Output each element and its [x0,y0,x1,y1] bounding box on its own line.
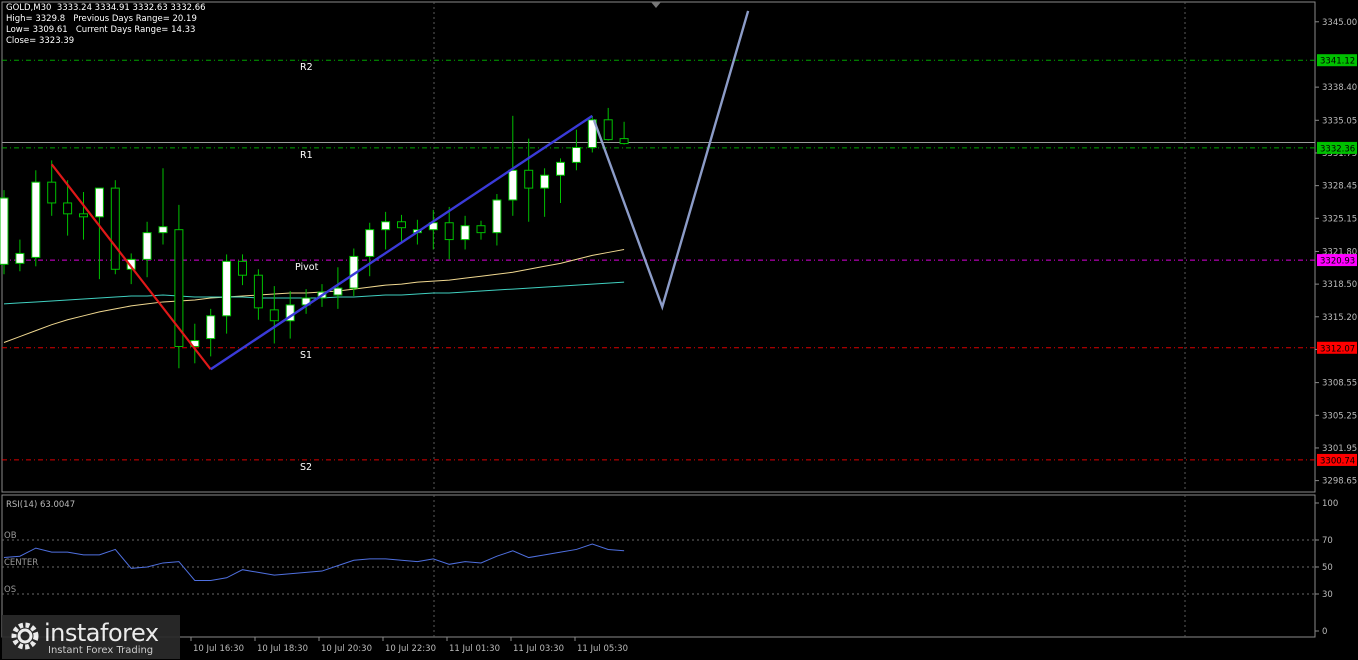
price-tick-label: 3308.55 [1322,379,1357,389]
trendline-down [50,163,212,370]
candle-body-bear [476,225,486,234]
level-label-s1: S1 [300,350,312,361]
price-tick-label: 3318.50 [1322,280,1357,290]
candle-body-bull [206,315,216,340]
candle-body-bear [269,309,279,322]
candle-body-bull [142,232,152,260]
time-tick-label: 11 Jul 03:30 [513,644,564,654]
chart-canvas: 3345.003338.403335.053331.753328.453325.… [0,1,1357,654]
candle-body-bull [556,161,565,176]
candle-body-bull [381,221,391,231]
level-label-pivot: Pivot [295,262,319,273]
time-tick-label: 10 Jul 18:30 [257,644,308,654]
price-tick-label: 3298.65 [1322,477,1357,487]
candle-body-bear [603,119,613,141]
candle-body-bear [397,221,406,229]
ohlc-values: 3333.24 3334.91 3332.63 3332.66 [56,3,206,13]
candle-body-bull [460,225,470,241]
brand-tagline: Instant Forex Trading [48,645,154,656]
main-panel-frame [1,1,1316,493]
price-tick-label: 3335.05 [1322,116,1357,126]
price-tick-label: 3315.20 [1322,313,1357,323]
candle-body-bull [222,260,232,317]
price-tick-label: 3301.95 [1322,444,1357,454]
rsi-line [3,543,625,581]
time-tick-label: 10 Jul 22:30 [385,644,436,654]
price-tick-label: 3325.15 [1322,214,1357,224]
forecast-path [592,10,750,311]
time-tick-label: 11 Jul 05:30 [577,644,628,654]
brand-logo: instaforex Instant Forex Trading [2,615,180,659]
rsi-tick-label: 0 [1322,627,1327,637]
candle-body-bull [158,226,168,234]
brand-name: instaforex [44,619,159,647]
time-tick-label: 11 Jul 01:30 [449,644,500,654]
close-label: Close= 3323.39 [6,36,75,46]
level-price-label: 3320.93 [1320,257,1355,267]
candle-body-bear [619,138,629,145]
candle-body-bear [47,181,57,204]
price-tick-label: 3345.00 [1322,18,1357,28]
chart-info-panel: GOLD,M30 3333.24 3334.91 3332.63 3332.66… [6,3,206,47]
gear-icon [11,622,39,650]
rsi-tick-label: 100 [1322,499,1338,509]
rsi-level-label: OB [4,531,17,541]
candle-body-bull [571,147,581,163]
candle-body-bear [63,202,73,215]
rsi-tick-label: 70 [1322,536,1333,546]
rsi-panel-frame [1,494,1316,638]
level-label-r2: R2 [300,62,313,73]
candle-body-bear [110,187,120,270]
low-label: Low= 3309.61 [6,25,68,35]
time-tick-label: 10 Jul 20:30 [321,644,372,654]
candle-body-bull [15,252,25,264]
level-price-label: 3332.36 [1320,144,1355,154]
candle-body-bear [524,169,534,189]
candle-body-bull [492,199,502,234]
rsi-tick-label: 50 [1322,563,1333,573]
rsi-tick-label: 30 [1322,590,1333,600]
curr-range-label: Current Days Range= 14.33 [75,25,196,35]
trendline-up [210,114,593,371]
rsi-level-label: OS [4,585,16,595]
prev-range-label: Previous Days Range= 20.19 [73,14,197,24]
level-label-r1: R1 [300,150,313,161]
high-label: High= 3329.8 [6,14,66,24]
symbol-label: GOLD,M30 [6,3,52,13]
level-price-label: 3300.74 [1320,456,1355,466]
level-price-label: 3341.12 [1320,57,1355,67]
price-tick-label: 3328.45 [1322,182,1357,192]
time-tick-label: 10 Jul 16:30 [193,644,244,654]
rsi-label: RSI(14) 63.0047 [6,500,75,510]
rsi-level-label: CENTER [4,558,38,568]
candle-body-bull [333,287,343,296]
level-price-label: 3312.07 [1320,344,1355,354]
level-label-s2: S2 [300,462,312,473]
candle-body-bear [79,213,88,218]
price-tick-label: 3305.25 [1322,411,1357,421]
candle-body-bull [540,174,550,189]
candle-body-bull [94,187,104,218]
candle-body-bull [508,169,518,201]
candle-body-bear [238,260,247,276]
price-tick-label: 3338.40 [1322,83,1357,93]
candle-body-bear [253,274,263,309]
shift-marker-icon[interactable] [651,2,661,8]
candle-body-bull [365,229,375,257]
candle-body-bull [0,197,9,265]
candle-body-bull [31,181,41,258]
candle-body-bear [444,222,454,241]
